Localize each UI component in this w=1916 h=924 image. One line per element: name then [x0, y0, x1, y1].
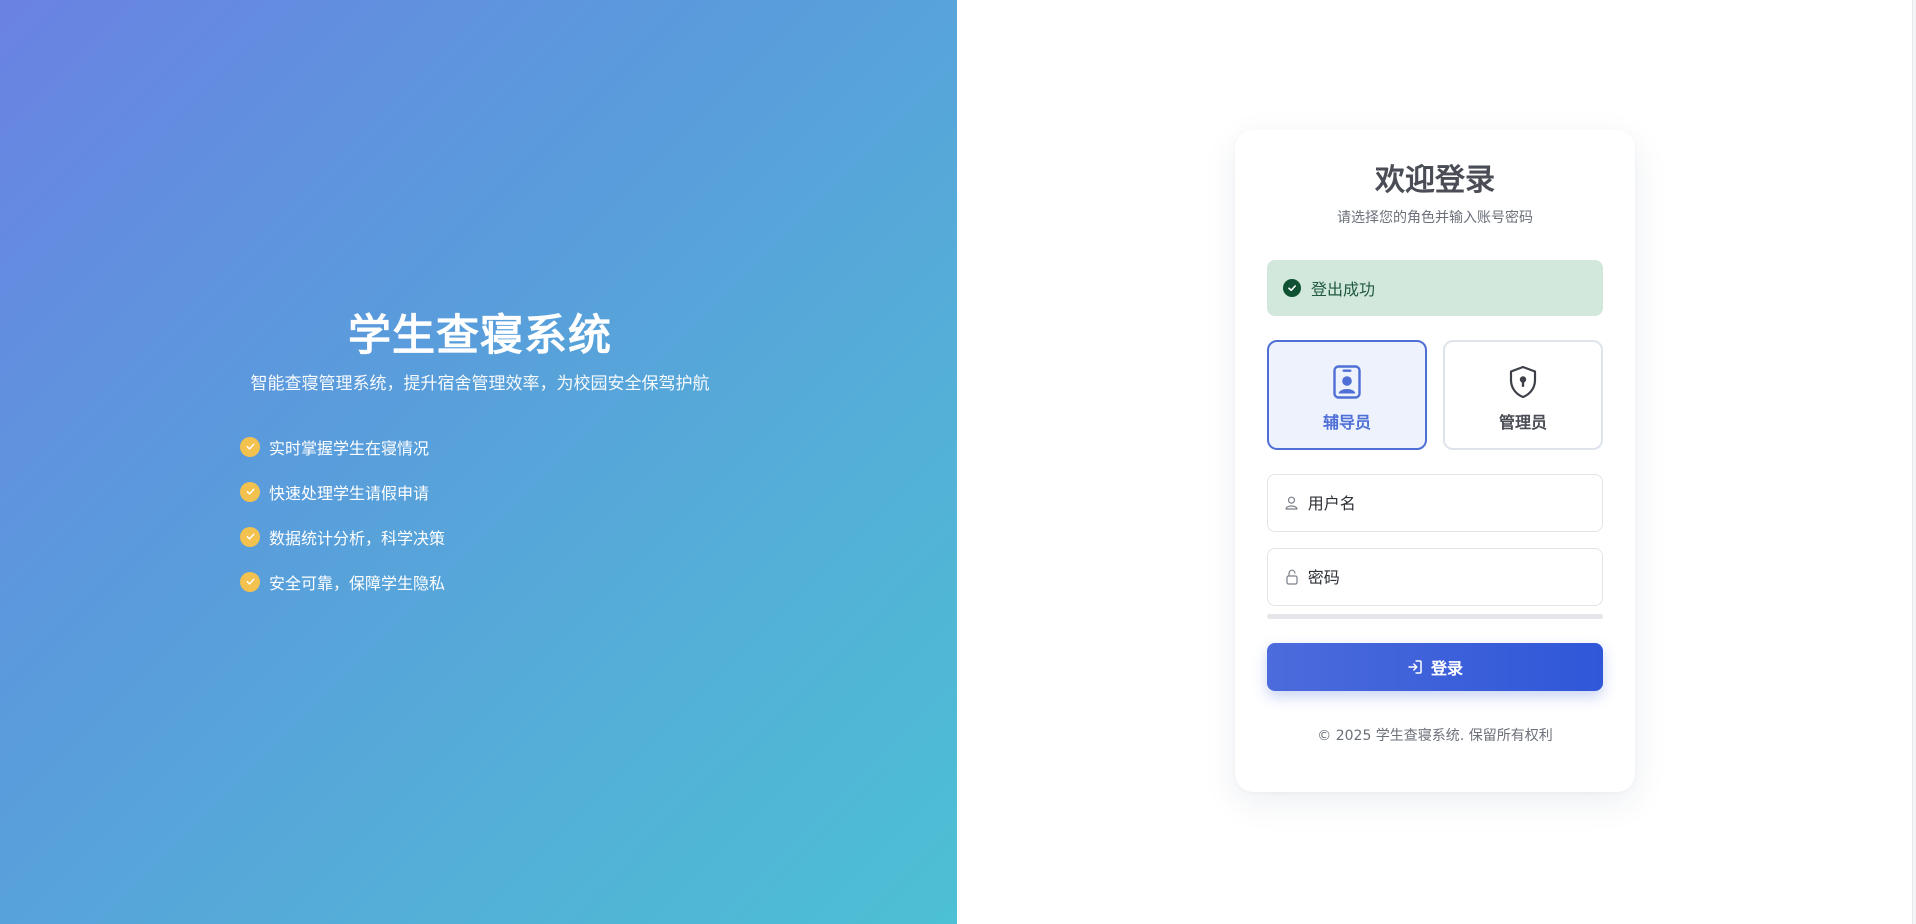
login-page: 学生查寝系统 智能查寝管理系统，提升宿舍管理效率，为校园安全保驾护航 实时掌握学… — [0, 0, 1916, 924]
login-subtitle: 请选择您的角色并输入账号密码 — [1337, 210, 1533, 226]
shield-keyhole-icon — [1508, 363, 1538, 401]
login-title: 欢迎登录 — [1375, 163, 1495, 198]
copyright-footer: © 2025 学生查寝系统. 保留所有权利 — [1317, 728, 1553, 744]
login-panel: 欢迎登录 请选择您的角色并输入账号密码 登出成功 辅导员 管理员 用户名 登录 … — [957, 0, 1916, 924]
feature-item: 实时掌握学生在寝情况 — [240, 424, 720, 469]
feature-item: 快速处理学生请假申请 — [240, 469, 720, 514]
feature-text: 实时掌握学生在寝情况 — [269, 438, 430, 458]
check-circle-icon — [240, 481, 260, 502]
login-button[interactable]: 登录 — [1267, 643, 1603, 691]
alert-text: 登出成功 — [1311, 280, 1376, 299]
hero-subtitle: 智能查寝管理系统，提升宿舍管理效率，为校园安全保驾护航 — [250, 374, 710, 394]
feature-list: 实时掌握学生在寝情况 快速处理学生请假申请 数据统计分析，科学决策 安全可靠，保… — [240, 424, 720, 604]
role-option-counselor[interactable]: 辅导员 — [1267, 340, 1427, 450]
feature-item: 数据统计分析，科学决策 — [240, 514, 720, 559]
feature-text: 安全可靠，保障学生隐私 — [269, 573, 446, 593]
user-icon — [1284, 496, 1300, 510]
check-circle-icon — [1283, 279, 1301, 297]
role-label: 管理员 — [1498, 413, 1547, 432]
lock-icon — [1284, 569, 1300, 585]
role-selector: 辅导员 管理员 — [1267, 340, 1603, 450]
success-alert: 登出成功 — [1267, 260, 1603, 316]
feature-item: 安全可靠，保障学生隐私 — [240, 559, 720, 604]
hero-panel: 学生查寝系统 智能查寝管理系统，提升宿舍管理效率，为校园安全保驾护航 实时掌握学… — [0, 0, 957, 924]
login-button-label: 登录 — [1430, 659, 1463, 678]
role-option-admin[interactable]: 管理员 — [1443, 340, 1603, 450]
password-input[interactable] — [1307, 567, 1602, 587]
id-badge-icon — [1333, 363, 1361, 401]
feature-text: 快速处理学生请假申请 — [269, 483, 430, 503]
username-field[interactable] — [1267, 474, 1603, 532]
role-label: 辅导员 — [1322, 413, 1371, 432]
hero-content: 学生查寝系统 智能查寝管理系统，提升宿舍管理效率，为校园安全保驾护航 实时掌握学… — [240, 308, 720, 604]
password-field[interactable] — [1267, 548, 1603, 606]
check-circle-icon — [240, 526, 260, 547]
check-circle-icon — [240, 571, 260, 592]
login-card: 欢迎登录 请选择您的角色并输入账号密码 登出成功 辅导员 管理员 用户名 登录 … — [1235, 130, 1635, 792]
username-input[interactable] — [1307, 493, 1602, 513]
check-circle-icon — [240, 436, 260, 457]
feature-text: 数据统计分析，科学决策 — [269, 528, 446, 548]
sign-in-icon — [1407, 659, 1423, 675]
scrollbar[interactable] — [1912, 0, 1916, 924]
password-strength-bar — [1267, 614, 1603, 619]
hero-title: 学生查寝系统 — [348, 311, 612, 361]
